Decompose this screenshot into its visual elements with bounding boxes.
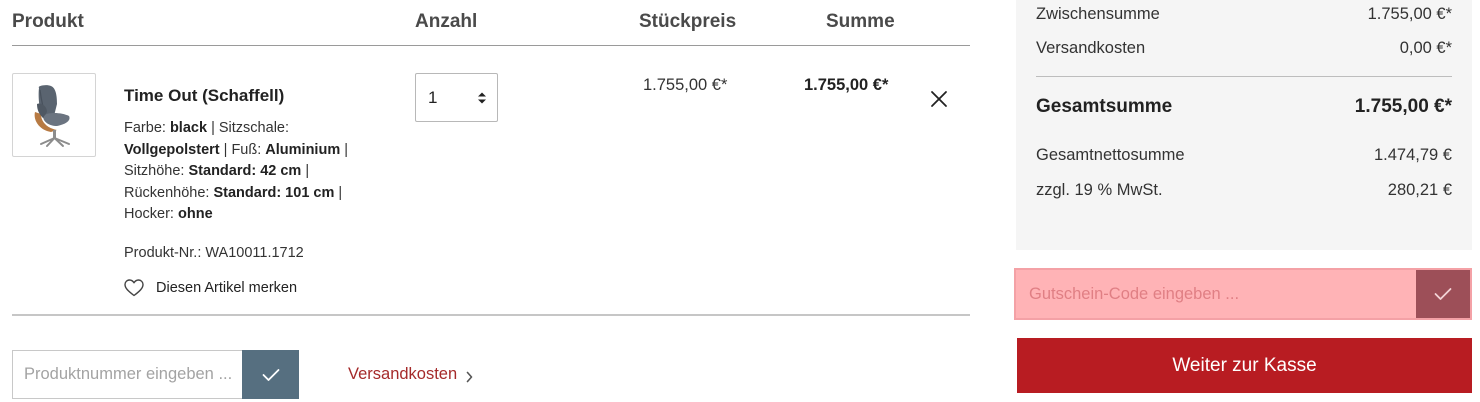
attr-seat-height-label: Sitzhöhe: xyxy=(124,163,185,179)
header-unit-price: Stückpreis xyxy=(639,11,737,32)
quantity-value: 1 xyxy=(428,88,438,107)
order-summary: Zwischensumme 1.755,00 €* Versandkosten … xyxy=(1016,0,1472,250)
attr-stool-label: Hocker: xyxy=(124,206,174,222)
net-label: Gesamtnettosumme xyxy=(1036,146,1185,164)
summary-vat-row: zzgl. 19 % MwSt. 280,21 € xyxy=(1036,181,1452,200)
wishlist-link[interactable]: Diesen Artikel merken xyxy=(124,278,297,298)
attr-back-height-label: Rückenhöhe: xyxy=(124,184,210,201)
attr-separator: | xyxy=(338,184,343,201)
net-value: 1.474,79 € xyxy=(1374,146,1452,164)
attr-foot-label: Fuß: xyxy=(231,141,262,158)
attr-separator: | xyxy=(223,141,228,158)
shipping-costs-label: Versandkosten xyxy=(348,365,458,383)
attr-color-label: Farbe: xyxy=(124,120,166,136)
subtotal-label: Zwischensumme xyxy=(1036,5,1160,23)
line-total: 1.755,00 €* xyxy=(804,76,889,94)
summary-divider xyxy=(1036,76,1452,77)
product-number: Produkt-Nr.: WA10011.1712 xyxy=(124,245,304,261)
summary-shipping-row: Versandkosten 0,00 €* xyxy=(1036,39,1452,58)
voucher-input[interactable] xyxy=(1016,270,1416,318)
summary-total-row: Gesamtsumme 1.755,00 €* xyxy=(1036,96,1452,118)
attr-shell-label: Sitzschale: xyxy=(218,120,290,136)
remove-item-button[interactable] xyxy=(930,90,948,108)
select-arrows-icon xyxy=(478,92,486,104)
checkout-button[interactable]: Weiter zur Kasse xyxy=(1017,338,1472,393)
voucher-submit-button[interactable] xyxy=(1416,270,1470,318)
attr-separator: | xyxy=(211,120,215,136)
cart-header-row: Produkt Anzahl Stückpreis Summe xyxy=(12,0,970,46)
attr-back-height-value: Standard: 101 cm xyxy=(213,184,335,201)
attr-color-value: black xyxy=(169,120,208,136)
header-quantity: Anzahl xyxy=(415,11,478,32)
vat-label: zzgl. 19 % MwSt. xyxy=(1036,181,1163,199)
quantity-select[interactable]: 1 xyxy=(415,73,498,122)
cart-divider xyxy=(12,314,970,316)
header-sum: Summe xyxy=(826,11,895,32)
shipping-label: Versandkosten xyxy=(1036,39,1146,57)
attr-foot-value: Aluminium xyxy=(265,141,341,158)
summary-subtotal-row: Zwischensumme 1.755,00 €* xyxy=(1036,5,1452,24)
shipping-value: 0,00 €* xyxy=(1399,39,1452,57)
voucher-form xyxy=(1014,268,1472,320)
total-label: Gesamtsumme xyxy=(1036,96,1173,117)
product-number-field[interactable] xyxy=(12,350,243,399)
armchair-image xyxy=(34,85,70,147)
attr-stool-value: ohne xyxy=(178,206,213,222)
heart-icon xyxy=(124,279,144,297)
unit-price: 1.755,00 €* xyxy=(643,76,728,94)
subtotal-value: 1.755,00 €* xyxy=(1367,5,1452,23)
product-image[interactable] xyxy=(12,73,96,157)
wishlist-label: Diesen Artikel merken xyxy=(156,280,298,296)
product-attributes: Farbe: black | Sitzschale: Vollgepolster… xyxy=(124,118,354,226)
close-icon xyxy=(931,91,947,107)
product-title[interactable]: Time Out (Schaffell) xyxy=(124,86,284,106)
product-number-input[interactable] xyxy=(13,351,243,398)
add-product-button[interactable] xyxy=(242,350,299,399)
shipping-costs-link[interactable]: Versandkosten xyxy=(348,365,473,384)
attr-shell-value: Vollgepolstert xyxy=(124,141,220,158)
total-value: 1.755,00 €* xyxy=(1354,96,1452,117)
checkmark-icon xyxy=(262,368,279,381)
vat-value: 280,21 € xyxy=(1387,181,1452,199)
attr-separator: | xyxy=(305,163,310,179)
attr-seat-height-value: Standard: 42 cm xyxy=(188,163,302,179)
summary-net-row: Gesamtnettosumme 1.474,79 € xyxy=(1036,146,1452,165)
chevron-right-icon xyxy=(466,371,473,382)
checkmark-icon xyxy=(1434,288,1452,300)
header-product: Produkt xyxy=(12,11,84,32)
attr-separator: | xyxy=(344,141,349,158)
